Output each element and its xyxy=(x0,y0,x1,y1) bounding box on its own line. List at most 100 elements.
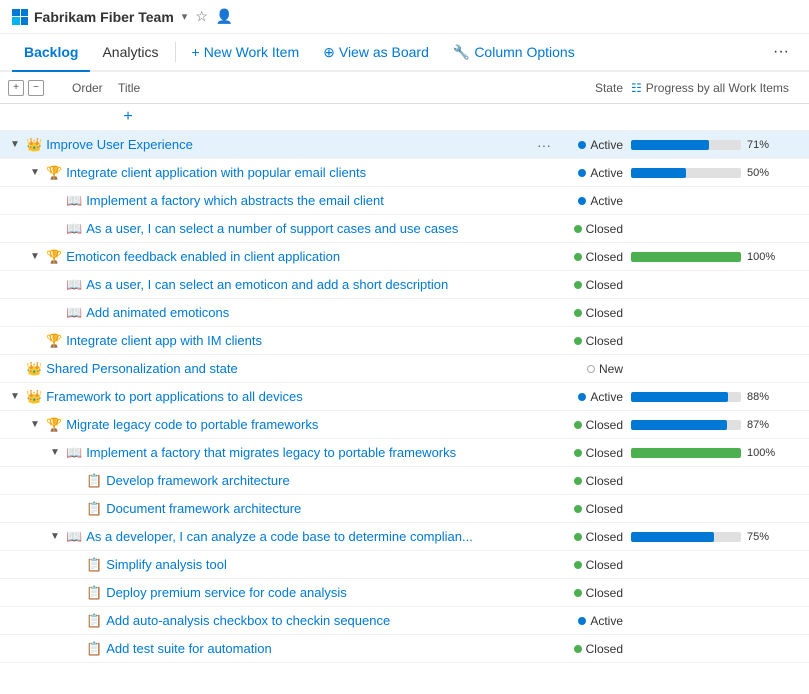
row-title[interactable]: Migrate legacy code to portable framewor… xyxy=(66,417,551,432)
row-left: ▶ 👑 Shared Personalization and state xyxy=(8,361,551,377)
new-work-item-button[interactable]: + New Work Item xyxy=(180,36,312,68)
add-item-button[interactable]: + xyxy=(118,108,138,126)
collapse-all-button[interactable]: − xyxy=(28,80,44,96)
row-title[interactable]: Add auto-analysis checkbox to checkin se… xyxy=(106,613,551,628)
row-title[interactable]: Add test suite for automation xyxy=(106,641,551,656)
row-expand-icon[interactable]: ▼ xyxy=(28,251,42,262)
state-dot-icon xyxy=(574,589,582,597)
row-type-icon: 🏆 xyxy=(46,417,62,433)
more-options-button[interactable]: ··· xyxy=(765,35,797,69)
row-progress: 88% xyxy=(631,391,801,403)
table-row: ▶ 📖 Implement a factory which abstracts … xyxy=(0,187,809,215)
row-left: ▶ 📋 Add test suite for automation xyxy=(8,641,551,657)
column-options-button[interactable]: 🔧 Column Options xyxy=(441,36,587,69)
row-progress: 100% xyxy=(631,251,801,263)
row-title[interactable]: Implement a factory that migrates legacy… xyxy=(86,445,551,460)
favorite-star-icon[interactable]: ☆ xyxy=(195,8,208,25)
state-label: Closed xyxy=(586,530,623,544)
table-row: ▶ 📖 Add animated emoticons Closed xyxy=(0,299,809,327)
row-state: Closed xyxy=(551,334,631,348)
state-dot-icon xyxy=(574,561,582,569)
row-more-options[interactable]: ··· xyxy=(537,137,551,153)
row-left: ▶ 📋 Simplify analysis tool xyxy=(8,557,551,573)
board-icon: ⊕ xyxy=(323,44,335,61)
row-title[interactable]: As a user, I can select an emoticon and … xyxy=(86,277,551,292)
row-expand-icon[interactable]: ▼ xyxy=(48,447,62,458)
state-dot-icon xyxy=(578,197,586,205)
row-type-icon: 📋 xyxy=(86,557,102,573)
row-state: Closed xyxy=(551,278,631,292)
state-label: Closed xyxy=(586,642,623,656)
progress-bar-fill xyxy=(631,532,714,542)
row-title[interactable]: Improve User Experience xyxy=(46,137,529,152)
row-left: ▶ 📋 Add auto-analysis checkbox to checki… xyxy=(8,613,551,629)
state-label: Active xyxy=(590,614,623,628)
nav-analytics[interactable]: Analytics xyxy=(90,34,170,70)
progress-percent: 50% xyxy=(747,167,779,179)
row-title[interactable]: Shared Personalization and state xyxy=(46,361,551,376)
expand-all-button[interactable]: + xyxy=(8,80,24,96)
row-expand-icon[interactable]: ▼ xyxy=(28,167,42,178)
progress-bar-fill xyxy=(631,392,728,402)
row-state: Closed xyxy=(551,558,631,572)
nav-backlog[interactable]: Backlog xyxy=(12,34,90,72)
progress-bar-track xyxy=(631,392,741,402)
progress-bar-track xyxy=(631,532,741,542)
view-as-board-button[interactable]: ⊕ View as Board xyxy=(311,36,441,69)
row-title[interactable]: As a developer, I can analyze a code bas… xyxy=(86,529,551,544)
row-title[interactable]: Implement a factory which abstracts the … xyxy=(86,193,551,208)
row-title[interactable]: Document framework architecture xyxy=(106,501,551,516)
state-dot-icon xyxy=(574,449,582,457)
row-type-icon: 📖 xyxy=(66,445,82,461)
row-progress: 71% xyxy=(631,139,801,151)
row-title[interactable]: Simplify analysis tool xyxy=(106,557,551,572)
row-title[interactable]: Emoticon feedback enabled in client appl… xyxy=(66,249,551,264)
progress-bar-track xyxy=(631,420,741,430)
row-left: ▶ 🏆 Integrate client app with IM clients xyxy=(8,333,551,349)
row-expand-icon[interactable]: ▼ xyxy=(8,139,22,150)
table-row: ▼ 📖 Implement a factory that migrates le… xyxy=(0,439,809,467)
table-row: ▼ 📖 As a developer, I can analyze a code… xyxy=(0,523,809,551)
row-progress: 75% xyxy=(631,531,801,543)
row-title[interactable]: Integrate client application with popula… xyxy=(66,165,551,180)
state-dot-icon xyxy=(578,393,586,401)
table-row: ▼ 🏆 Migrate legacy code to portable fram… xyxy=(0,411,809,439)
row-state: Active xyxy=(551,390,631,404)
row-type-icon: 📋 xyxy=(86,501,102,517)
row-state: Active xyxy=(551,614,631,628)
state-dot-icon xyxy=(578,169,586,177)
row-expand-icon[interactable]: ▼ xyxy=(48,531,62,542)
row-state: Closed xyxy=(551,586,631,600)
row-state: Active xyxy=(551,194,631,208)
progress-header-icon: ☷ xyxy=(631,81,642,95)
state-dot-icon xyxy=(578,141,586,149)
row-title[interactable]: Integrate client app with IM clients xyxy=(66,333,551,348)
row-expand-icon[interactable]: ▼ xyxy=(28,419,42,430)
row-type-icon: 📋 xyxy=(86,473,102,489)
row-left: ▶ 📖 Implement a factory which abstracts … xyxy=(8,193,551,209)
row-state: New xyxy=(551,362,631,376)
state-dot-icon xyxy=(574,337,582,345)
row-state: Closed xyxy=(551,502,631,516)
progress-bar-track xyxy=(631,448,741,458)
state-label: Closed xyxy=(586,222,623,236)
table-header: + − Order Title State ☷ Progress by all … xyxy=(0,72,809,104)
row-title[interactable]: Deploy premium service for code analysis xyxy=(106,585,551,600)
row-expand-icon[interactable]: ▼ xyxy=(8,391,22,402)
progress-bar-track xyxy=(631,252,741,262)
row-title[interactable]: Add animated emoticons xyxy=(86,305,551,320)
table-row: ▶ 📋 Develop framework architecture Close… xyxy=(0,467,809,495)
state-label: Active xyxy=(590,166,623,180)
row-type-icon: 📋 xyxy=(86,585,102,601)
col-title-header: Title xyxy=(118,81,551,95)
row-left: ▶ 📖 Add animated emoticons xyxy=(8,305,551,321)
row-title[interactable]: As a user, I can select a number of supp… xyxy=(86,221,551,236)
team-chevron-icon[interactable]: ▾ xyxy=(182,10,188,23)
row-state: Closed xyxy=(551,474,631,488)
state-label: Closed xyxy=(586,502,623,516)
person-icon[interactable]: 👤 xyxy=(216,8,233,25)
state-dot-icon xyxy=(574,477,582,485)
row-title[interactable]: Framework to port applications to all de… xyxy=(46,389,551,404)
progress-bar-fill xyxy=(631,168,686,178)
row-title[interactable]: Develop framework architecture xyxy=(106,473,551,488)
